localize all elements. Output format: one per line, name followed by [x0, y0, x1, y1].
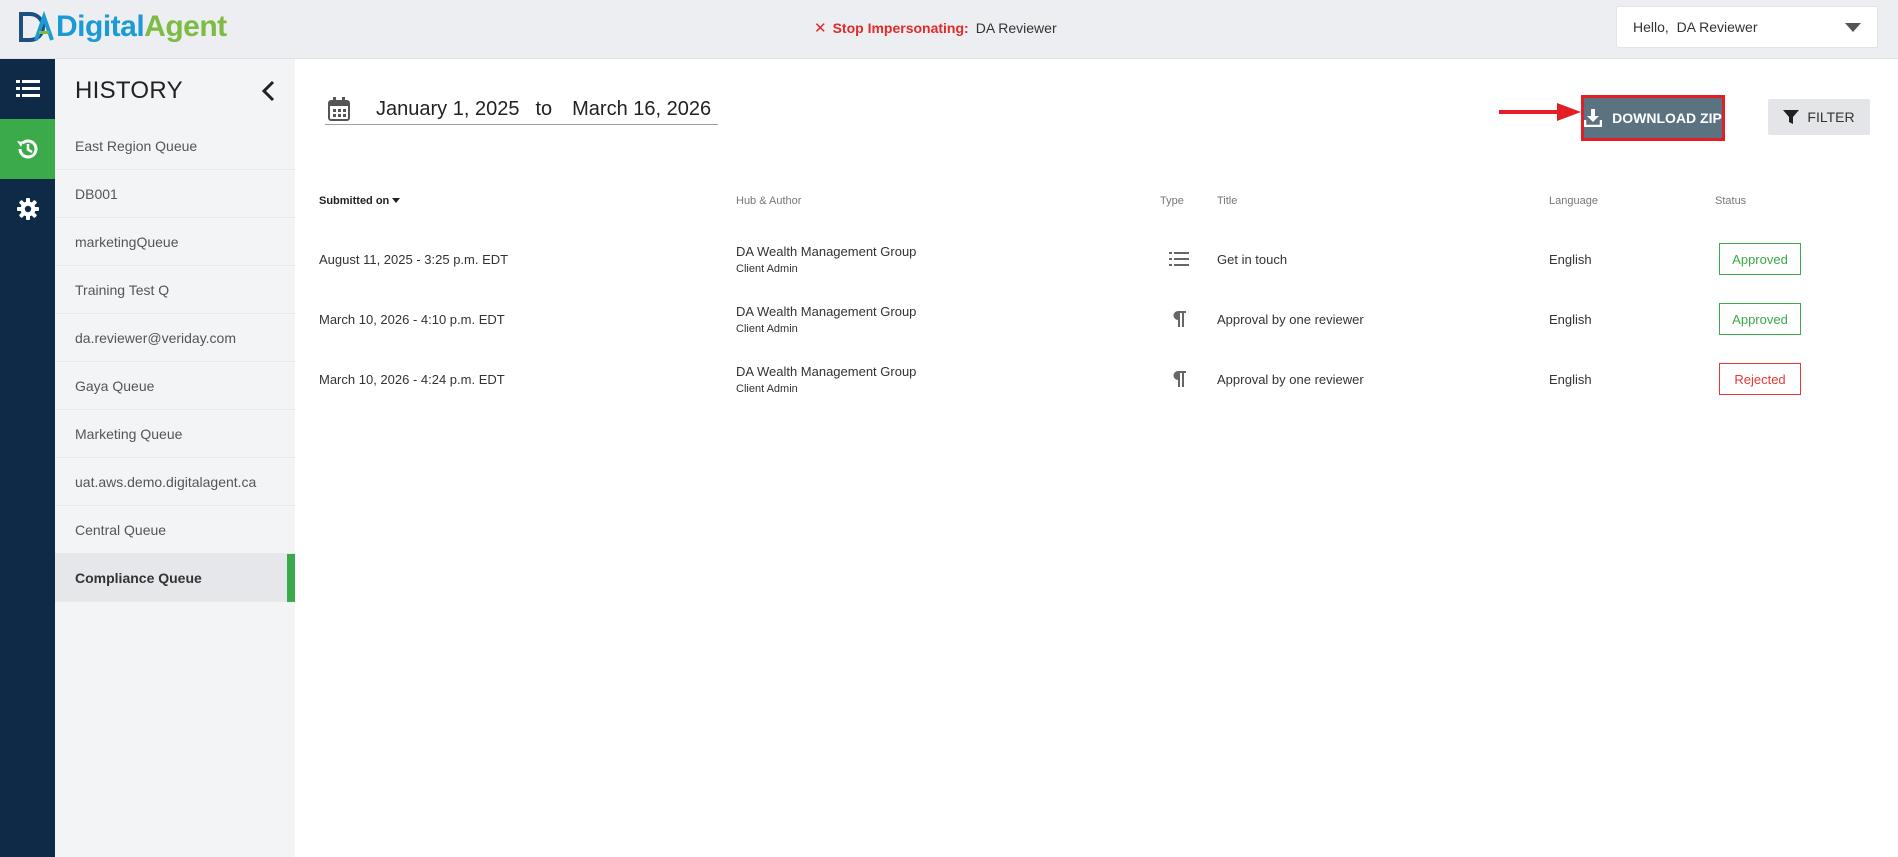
sidebar-header: HISTORY [55, 59, 295, 122]
submitted-cell: March 10, 2026 - 4:10 p.m. EDT [319, 311, 505, 327]
start-date[interactable]: January 1, 2025 [376, 98, 519, 121]
sidebar-item-marketingqueue[interactable]: marketingQueue [55, 218, 295, 266]
status-cell: Approved [1719, 229, 1801, 289]
date-range-picker[interactable]: January 1, 2025 to March 16, 2026 [325, 94, 718, 125]
column-header-type: Type [1160, 195, 1184, 207]
title-cell: Approval by one reviewer [1217, 371, 1364, 387]
filter-button[interactable]: FILTER [1768, 99, 1870, 135]
table-row[interactable]: March 10, 2026 - 4:10 p.m. EDT DA Wealth… [319, 289, 1879, 349]
logo-mark-icon [19, 10, 54, 42]
chevron-left-icon[interactable] [257, 79, 281, 103]
logo-agent: Agent [144, 10, 227, 43]
language-cell: English [1549, 251, 1592, 267]
hub-author-cell: DA Wealth Management Group Client Admin [736, 289, 916, 349]
caret-down-icon [1845, 23, 1861, 32]
filter-icon [1783, 110, 1800, 124]
type-cell [1169, 229, 1189, 289]
table-row[interactable]: August 11, 2025 - 3:25 p.m. EDT DA Wealt… [319, 229, 1879, 289]
rail-item-settings[interactable] [0, 179, 55, 239]
paragraph-icon [1173, 371, 1186, 387]
stop-impersonating-link[interactable]: Stop Impersonating: [833, 20, 969, 36]
hub-author-cell: DA Wealth Management Group Client Admin [736, 349, 916, 409]
author-role: Client Admin [736, 382, 798, 395]
author-role: Client Admin [736, 262, 798, 275]
user-greeting: Hello, DA Reviewer [1633, 19, 1758, 35]
history-sidebar: HISTORY East Region Queue DB001 marketin… [55, 59, 295, 857]
status-cell: Approved [1719, 289, 1801, 349]
gear-icon [16, 198, 39, 220]
hub-author-cell: DA Wealth Management Group Client Admin [736, 229, 916, 289]
rail-item-list[interactable] [0, 59, 55, 119]
logo-text: DigitalAgent [56, 10, 227, 44]
main-content: January 1, 2025 to March 16, 2026 DOWNLO… [295, 59, 1898, 857]
list-icon [1169, 252, 1189, 266]
title-cell: Get in touch [1217, 251, 1288, 267]
paragraph-icon [1173, 311, 1186, 327]
status-badge: Approved [1719, 243, 1801, 275]
sidebar-item-central-queue[interactable]: Central Queue [55, 506, 295, 554]
sidebar-item-marketing-queue[interactable]: Marketing Queue [55, 410, 295, 458]
list-icon [15, 80, 40, 97]
user-menu-dropdown[interactable]: Hello, DA Reviewer [1616, 6, 1878, 48]
sidebar-title: HISTORY [75, 76, 183, 104]
table-header: Submitted on Hub & Author Type Title Lan… [319, 195, 1879, 215]
sort-desc-icon [392, 198, 401, 203]
author-role: Client Admin [736, 322, 798, 335]
top-bar: DigitalAgent ✕ Stop Impersonating: DA Re… [0, 0, 1898, 59]
history-icon [16, 139, 37, 159]
sidebar-item-da-reviewer[interactable]: da.reviewer@veriday.com [55, 314, 295, 362]
sidebar-item-training-test-q[interactable]: Training Test Q [55, 266, 295, 314]
language-cell: English [1549, 311, 1592, 327]
logo-digital: Digital [56, 10, 145, 43]
status-badge: Approved [1719, 303, 1801, 335]
download-zip-button[interactable]: DOWNLOAD ZIP [1581, 95, 1725, 141]
submitted-cell: August 11, 2025 - 3:25 p.m. EDT [319, 251, 509, 267]
sidebar-item-db001[interactable]: DB001 [55, 170, 295, 218]
logo[interactable]: DigitalAgent [18, 8, 227, 46]
submitted-cell: March 10, 2026 - 4:24 p.m. EDT [319, 371, 505, 387]
sidebar-item-uat-aws-demo[interactable]: uat.aws.demo.digitalagent.ca [55, 458, 295, 506]
sidebar-item-compliance-queue[interactable]: Compliance Queue [55, 554, 295, 602]
close-icon[interactable]: ✕ [814, 19, 827, 37]
filter-label: FILTER [1807, 109, 1855, 125]
status-cell: Rejected [1719, 349, 1801, 409]
title-cell: Approval by one reviewer [1217, 311, 1364, 327]
hub-name: DA Wealth Management Group [736, 303, 917, 319]
submitted-header-label: Submitted on [319, 195, 390, 207]
hub-name: DA Wealth Management Group [736, 363, 917, 379]
type-cell [1171, 289, 1187, 349]
sidebar-item-east-region-queue[interactable]: East Region Queue [55, 122, 295, 170]
status-badge: Rejected [1719, 363, 1801, 395]
annotation-arrow-icon [1499, 103, 1581, 121]
column-header-language: Language [1549, 195, 1598, 207]
impersonation-banner: ✕ Stop Impersonating: DA Reviewer [814, 19, 1057, 37]
download-zip-label: DOWNLOAD ZIP [1612, 110, 1722, 126]
column-header-title: Title [1217, 195, 1238, 207]
rail-item-history[interactable] [0, 119, 55, 179]
calendar-icon [328, 97, 350, 121]
hub-name: DA Wealth Management Group [736, 243, 917, 259]
download-icon [1584, 109, 1603, 127]
queue-list: East Region Queue DB001 marketingQueue T… [55, 122, 295, 602]
sidebar-item-gaya-queue[interactable]: Gaya Queue [55, 362, 295, 410]
column-header-hub: Hub & Author [736, 195, 802, 207]
impersonated-user-name: DA Reviewer [975, 20, 1057, 36]
end-date[interactable]: March 16, 2026 [572, 98, 711, 121]
table-row[interactable]: March 10, 2026 - 4:24 p.m. EDT DA Wealth… [319, 349, 1879, 409]
nav-rail [0, 59, 55, 857]
language-cell: English [1549, 371, 1592, 387]
type-cell [1171, 349, 1187, 409]
column-header-submitted[interactable]: Submitted on [319, 195, 401, 207]
column-header-status: Status [1715, 195, 1747, 207]
date-separator: to [535, 97, 553, 120]
